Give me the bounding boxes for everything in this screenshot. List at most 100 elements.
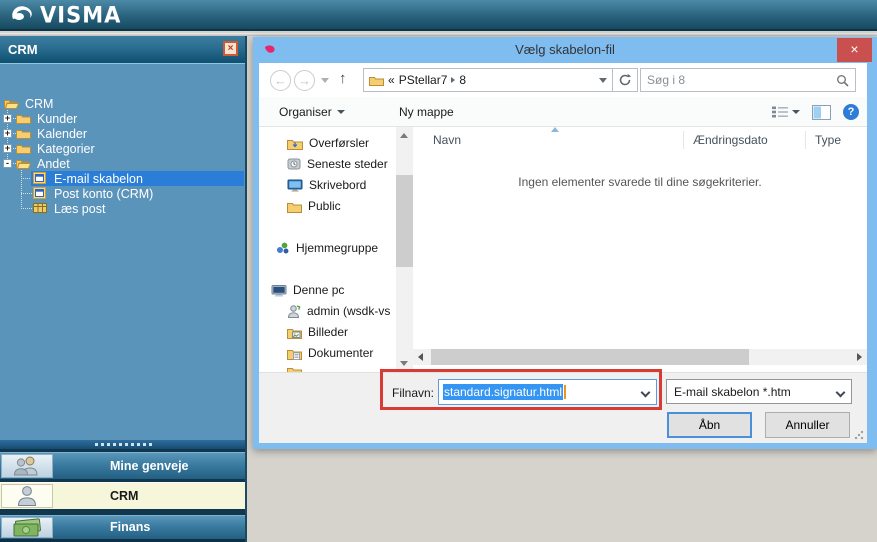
column-separator[interactable] bbox=[683, 131, 684, 149]
filename-dropdown-icon[interactable] bbox=[640, 387, 651, 398]
nav-item-public[interactable]: Public bbox=[287, 199, 341, 213]
tree-line bbox=[21, 208, 32, 209]
expand-icon[interactable]: + bbox=[3, 129, 12, 138]
expand-icon[interactable]: + bbox=[3, 144, 12, 153]
visma-logo: VISMA bbox=[10, 2, 121, 28]
nav-item-homegroup[interactable]: Hjemmegruppe bbox=[275, 241, 378, 255]
crm-tree: CRM + Kunder + Kalender + Kategorier - A… bbox=[0, 64, 245, 440]
filetype-dropdown-icon bbox=[835, 387, 846, 398]
tree-line bbox=[21, 168, 22, 209]
horizontal-scrollbar[interactable] bbox=[413, 349, 867, 365]
resize-grip[interactable] bbox=[854, 430, 864, 440]
change-view-button[interactable] bbox=[772, 106, 800, 118]
help-icon[interactable]: ? bbox=[843, 104, 859, 120]
nav-scrollbar[interactable] bbox=[396, 127, 413, 372]
cancel-button[interactable]: Annuller bbox=[765, 412, 850, 438]
tree-item-laes-post[interactable]: Læs post bbox=[33, 201, 109, 216]
places-nav-pane: Overførsler Seneste steder Skrivebord Pu… bbox=[259, 127, 396, 372]
tree-line bbox=[21, 193, 32, 194]
folder-icon bbox=[287, 368, 302, 372]
address-dropdown-icon[interactable] bbox=[599, 77, 607, 83]
filename-input[interactable]: standard.signatur.html bbox=[438, 379, 657, 405]
back-button[interactable]: ← bbox=[270, 70, 291, 91]
dialog-toolbar: Organiser Ny mappe ? bbox=[259, 97, 867, 127]
collapse-icon[interactable]: - bbox=[3, 159, 12, 168]
breadcrumb-separator-icon[interactable] bbox=[451, 77, 456, 83]
tree-item-kategorier[interactable]: Kategorier bbox=[16, 141, 99, 156]
text-caret bbox=[564, 385, 567, 399]
column-header-type[interactable]: Type bbox=[815, 133, 841, 147]
view-list-icon bbox=[772, 106, 788, 118]
tree-item-crm[interactable]: CRM bbox=[4, 96, 57, 111]
dialog-content: Overførsler Seneste steder Skrivebord Pu… bbox=[259, 127, 867, 372]
search-box[interactable] bbox=[640, 68, 856, 92]
scroll-right-icon[interactable] bbox=[857, 353, 862, 361]
forward-icon: → bbox=[298, 73, 311, 88]
module-mine-genveje[interactable]: Mine genveje bbox=[0, 452, 245, 479]
folder-icon bbox=[16, 112, 31, 125]
nav-item-this-pc[interactable]: Denne pc bbox=[271, 283, 344, 297]
dialog-titlebar[interactable]: Vælg skabelon-fil × bbox=[253, 37, 877, 63]
history-chevron-icon[interactable] bbox=[321, 78, 329, 83]
person-icon bbox=[17, 486, 37, 506]
refresh-icon bbox=[619, 73, 631, 86]
splitter-grip-icon bbox=[95, 443, 153, 446]
nav-item-desktop[interactable]: Skrivebord bbox=[287, 178, 366, 192]
filetype-select[interactable]: E-mail skabelon *.htm bbox=[666, 379, 852, 404]
organiser-menu[interactable]: Organiser bbox=[279, 105, 345, 119]
tree-item-kunder[interactable]: Kunder bbox=[16, 111, 81, 126]
dialog-footer: Filnavn: standard.signatur.html E-mail s… bbox=[259, 372, 867, 443]
tree-item-email-skabelon[interactable]: E-mail skabelon bbox=[31, 171, 244, 186]
tree-item-post-konto[interactable]: Post konto (CRM) bbox=[33, 186, 157, 201]
documents-folder-icon bbox=[287, 349, 302, 360]
view-dropdown-icon bbox=[792, 110, 800, 114]
breadcrumb-root-mark[interactable]: « bbox=[388, 73, 395, 87]
scrollbar-thumb[interactable] bbox=[396, 175, 413, 267]
filename-label: Filnavn: bbox=[392, 386, 435, 400]
nav-item-downloads[interactable]: Overførsler bbox=[287, 136, 369, 150]
column-header-name[interactable]: Navn bbox=[433, 133, 461, 147]
column-separator[interactable] bbox=[805, 131, 806, 149]
address-bar: ← → ↑ « PStellar7 8 bbox=[259, 63, 867, 97]
module-crm[interactable]: CRM bbox=[0, 482, 245, 509]
nav-item-admin[interactable]: admin (wsdk-vs bbox=[287, 304, 390, 318]
breadcrumb-segment[interactable]: PStellar7 bbox=[399, 73, 448, 87]
up-button[interactable]: ↑ bbox=[339, 70, 347, 87]
empty-results-message: Ingen elementer svarede til dine søgekri… bbox=[518, 175, 762, 189]
tree-item-kalender[interactable]: Kalender bbox=[16, 126, 91, 141]
expand-icon[interactable]: + bbox=[3, 114, 12, 123]
forward-button[interactable]: → bbox=[294, 70, 315, 91]
menu-dropdown-icon bbox=[336, 110, 345, 114]
column-header-modified[interactable]: Ændringsdato bbox=[693, 133, 768, 147]
scroll-down-icon[interactable] bbox=[400, 361, 408, 366]
scrollbar-thumb[interactable] bbox=[431, 349, 749, 365]
sort-ascending-icon bbox=[551, 127, 559, 132]
sidebar-header: CRM × bbox=[0, 36, 245, 64]
scroll-up-icon[interactable] bbox=[400, 133, 408, 138]
preview-pane-icon[interactable] bbox=[812, 104, 831, 120]
pictures-folder-icon bbox=[287, 328, 302, 339]
tree-item-andet[interactable]: Andet bbox=[16, 156, 74, 171]
sidebar-close-icon[interactable]: × bbox=[223, 41, 238, 56]
nav-item-recent[interactable]: Seneste steder bbox=[287, 157, 388, 171]
breadcrumb-segment[interactable]: 8 bbox=[459, 73, 466, 87]
search-input[interactable] bbox=[647, 73, 836, 87]
nav-item-partial[interactable] bbox=[287, 365, 302, 372]
nav-item-documents[interactable]: Dokumenter bbox=[287, 346, 373, 360]
toolbar-right-icons: ? bbox=[772, 104, 859, 120]
refresh-button[interactable] bbox=[612, 68, 638, 92]
recent-places-icon bbox=[287, 158, 301, 170]
scroll-left-icon[interactable] bbox=[418, 353, 423, 361]
dialog-close-button[interactable]: × bbox=[837, 38, 872, 62]
new-folder-button[interactable]: Ny mappe bbox=[399, 105, 454, 119]
open-button[interactable]: Åbn bbox=[667, 412, 752, 438]
nav-item-pictures[interactable]: Billeder bbox=[287, 325, 348, 339]
module-finans[interactable]: Finans bbox=[0, 515, 245, 539]
computer-icon bbox=[271, 285, 287, 297]
sidebar-splitter[interactable] bbox=[0, 440, 245, 449]
dialog-body: ← → ↑ « PStellar7 8 Søg i 8 Organiser Ny… bbox=[259, 63, 867, 443]
file-list-pane: Navn Ændringsdato Type Ingen elementer s… bbox=[413, 127, 867, 372]
file-list-header: Navn Ændringsdato Type bbox=[413, 127, 867, 151]
search-icon[interactable] bbox=[836, 74, 849, 87]
breadcrumb[interactable]: « PStellar7 8 bbox=[363, 68, 613, 92]
